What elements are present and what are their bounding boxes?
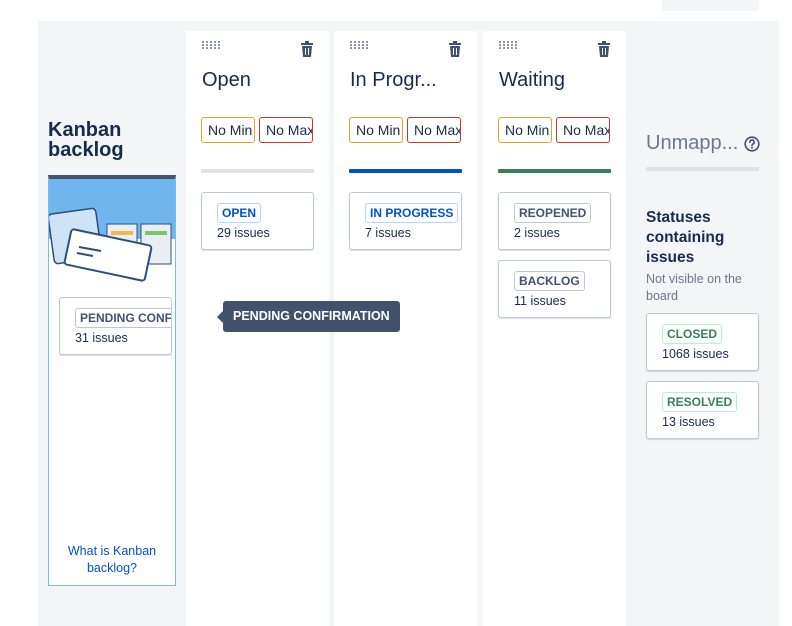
unmapped-category-bar xyxy=(646,167,759,171)
column-category-bar xyxy=(349,169,462,173)
status-lozenge: PENDING CONFIRMATION xyxy=(75,308,171,328)
status-card-resolved[interactable]: RESOLVED 13 issues xyxy=(646,381,759,439)
status-lozenge: IN PROGRESS xyxy=(365,203,459,223)
drag-handle-icon[interactable] xyxy=(201,40,221,50)
column-category-bar xyxy=(201,169,314,173)
status-lozenge: OPEN xyxy=(217,203,262,223)
issue-count: 7 issues xyxy=(365,226,411,240)
issue-count: 11 issues xyxy=(514,294,566,308)
status-card-backlog[interactable]: BACKLOG 11 issues xyxy=(498,260,611,318)
trash-icon[interactable] xyxy=(300,41,314,57)
column-waiting[interactable]: Waiting No Min No Max REOPENED 2 issues … xyxy=(483,31,626,626)
backlog-illustration xyxy=(49,179,175,294)
status-card-closed[interactable]: CLOSED 1068 issues xyxy=(646,313,759,371)
help-icon[interactable] xyxy=(744,136,760,152)
top-right-control xyxy=(662,0,759,11)
max-constraint-input[interactable]: No Max xyxy=(407,117,461,143)
status-card-reopened[interactable]: REOPENED 2 issues xyxy=(498,192,611,250)
issue-count: 29 issues xyxy=(217,226,270,240)
trash-icon[interactable] xyxy=(448,41,462,57)
backlog-status-card[interactable]: PENDING CONFIRMATION 31 issues xyxy=(59,297,172,355)
statuses-containing-issues-heading: Statuses containing issues xyxy=(646,209,725,266)
column-category-bar xyxy=(498,169,611,173)
issue-count: 31 issues xyxy=(75,331,128,345)
backlog-panel[interactable]: What is Kanban backlog? xyxy=(48,175,176,586)
status-tooltip: PENDING CONFIRMATION xyxy=(223,301,400,332)
column-title[interactable]: Waiting xyxy=(499,69,619,92)
status-lozenge: REOPENED xyxy=(514,203,592,223)
status-lozenge: CLOSED xyxy=(662,324,723,344)
trash-icon[interactable] xyxy=(597,41,611,57)
issue-count: 13 issues xyxy=(662,415,715,429)
issue-count: 1068 issues xyxy=(662,347,729,361)
column-title[interactable]: In Progr... xyxy=(350,69,470,92)
max-constraint-input[interactable]: No Max xyxy=(556,117,610,143)
backlog-title: Kanban backlog xyxy=(48,119,124,161)
min-constraint-input[interactable]: No Min xyxy=(498,117,552,143)
issue-count: 2 issues xyxy=(514,226,560,240)
unmapped-column-title: Unmapp... xyxy=(646,132,739,154)
status-lozenge: RESOLVED xyxy=(662,392,738,412)
status-card-in-progress[interactable]: IN PROGRESS 7 issues xyxy=(349,192,462,250)
drag-handle-icon[interactable] xyxy=(498,40,518,50)
status-card-open[interactable]: OPEN 29 issues xyxy=(201,192,314,250)
min-constraint-input[interactable]: No Min xyxy=(349,117,403,143)
drag-handle-icon[interactable] xyxy=(349,40,369,50)
what-is-kanban-backlog-link[interactable]: What is Kanban backlog? xyxy=(49,543,175,577)
column-title[interactable]: Open xyxy=(202,69,322,92)
status-lozenge: BACKLOG xyxy=(514,271,585,291)
max-constraint-input[interactable]: No Max xyxy=(259,117,313,143)
not-visible-note: Not visible on the board xyxy=(646,272,742,303)
min-constraint-input[interactable]: No Min xyxy=(201,117,255,143)
